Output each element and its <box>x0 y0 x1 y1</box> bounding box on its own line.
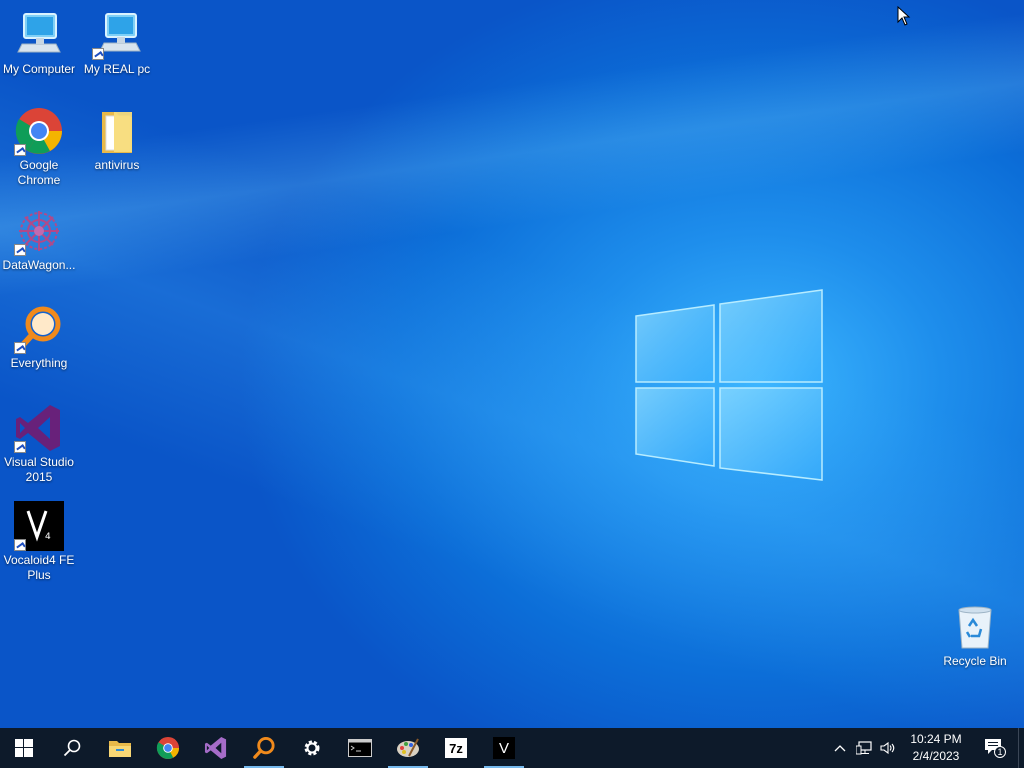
show-hidden-icons-button[interactable] <box>828 728 852 768</box>
terminal-icon <box>348 739 372 757</box>
desktop-icon-everything[interactable]: Everything <box>0 304 78 371</box>
mouse-cursor-icon <box>897 6 911 26</box>
desktop-icon-my-computer[interactable]: My Computer <box>0 10 78 77</box>
desktop-icon-google-chrome[interactable]: Google Chrome <box>0 106 78 188</box>
visual-studio-icon <box>14 403 64 453</box>
desktop-icon-label: Vocaloid4 FE Plus <box>3 553 75 582</box>
svg-text:4: 4 <box>45 532 51 542</box>
shortcut-arrow-icon <box>92 48 104 60</box>
taskbar-7zip[interactable]: 7z <box>432 728 480 768</box>
taskbar-visual-studio[interactable] <box>192 728 240 768</box>
desktop-icon-datawagon[interactable]: DataWagon... <box>0 206 78 273</box>
folder-icon <box>109 741 131 757</box>
volume-button[interactable] <box>876 728 900 768</box>
gear-icon <box>304 740 320 756</box>
desktop-icon-vocaloid[interactable]: 4 Vocaloid4 FE Plus <box>0 501 78 583</box>
vocaloid-icon: V <box>493 737 515 759</box>
chevron-up-icon <box>834 745 846 752</box>
palette-icon <box>397 738 419 757</box>
taskbar-settings[interactable] <box>288 728 336 768</box>
start-button[interactable] <box>0 728 48 768</box>
shortcut-arrow-icon <box>14 539 26 551</box>
clock-date: 2/4/2023 <box>912 749 960 763</box>
desktop-icon-label: DataWagon... <box>2 258 76 272</box>
chrome-icon <box>156 736 180 760</box>
desktop-icon-label: Recycle Bin <box>943 654 1007 668</box>
search-button[interactable] <box>48 728 96 768</box>
desktop-icon-label: My Computer <box>2 62 76 76</box>
7zip-icon-text: 7z <box>449 740 463 756</box>
shortcut-arrow-icon <box>14 441 26 453</box>
taskbar-file-explorer[interactable] <box>96 728 144 768</box>
desktop-icon-label: My REAL pc <box>83 62 151 76</box>
notification-icon <box>985 739 1006 758</box>
taskbar-chrome[interactable] <box>144 728 192 768</box>
network-button[interactable] <box>852 728 876 768</box>
windows-start-icon <box>15 739 33 757</box>
desktop-icon-label: Visual Studio 2015 <box>4 455 74 484</box>
speaker-icon <box>880 741 895 755</box>
shortcut-arrow-icon <box>14 244 26 256</box>
recycle-bin-icon <box>950 602 1000 652</box>
desktop-icon-antivirus[interactable]: antivirus <box>78 106 156 173</box>
windows-logo-wallpaper <box>635 289 823 481</box>
folder-icon <box>92 106 142 156</box>
everything-search-icon <box>253 736 275 759</box>
shortcut-arrow-icon <box>14 144 26 156</box>
taskbar-everything[interactable] <box>240 728 288 768</box>
clock-time: 10:24 PM <box>910 732 962 746</box>
taskbar-command-prompt[interactable] <box>336 728 384 768</box>
search-icon <box>63 739 81 757</box>
desktop-icon-label: antivirus <box>94 158 140 172</box>
show-desktop-button[interactable] <box>1018 728 1024 768</box>
network-icon <box>856 741 872 755</box>
monitor-icon <box>14 10 64 60</box>
vocaloid-icon: 4 <box>14 501 64 551</box>
taskbar-clock[interactable]: 10:24 PM 2/4/2023 <box>900 731 972 765</box>
everything-search-icon <box>14 304 64 354</box>
taskbar: 7z V 10:24 PM 2/4/2023 1 <box>0 728 1024 768</box>
shortcut-arrow-icon <box>14 342 26 354</box>
desktop-icon-my-real-pc[interactable]: My REAL pc <box>78 10 156 77</box>
taskbar-paint[interactable] <box>384 728 432 768</box>
taskbar-vocaloid[interactable]: V <box>480 728 528 768</box>
notification-count-badge: 1 <box>997 747 1003 757</box>
desktop-icon-label: Google Chrome <box>17 158 61 187</box>
desktop-icon-recycle-bin[interactable]: Recycle Bin <box>936 602 1014 669</box>
datawagon-icon <box>14 206 64 256</box>
monitor-shortcut-icon <box>92 10 142 60</box>
chrome-icon <box>14 106 64 156</box>
system-tray: 10:24 PM 2/4/2023 1 <box>828 728 1024 768</box>
action-center-button[interactable]: 1 <box>972 728 1018 768</box>
desktop-icon-visual-studio[interactable]: Visual Studio 2015 <box>0 403 78 485</box>
desktop-icon-label: Everything <box>10 356 68 370</box>
7zip-icon: 7z <box>445 738 467 758</box>
vocaloid-icon-text: V <box>498 739 509 757</box>
visual-studio-icon <box>204 736 227 760</box>
